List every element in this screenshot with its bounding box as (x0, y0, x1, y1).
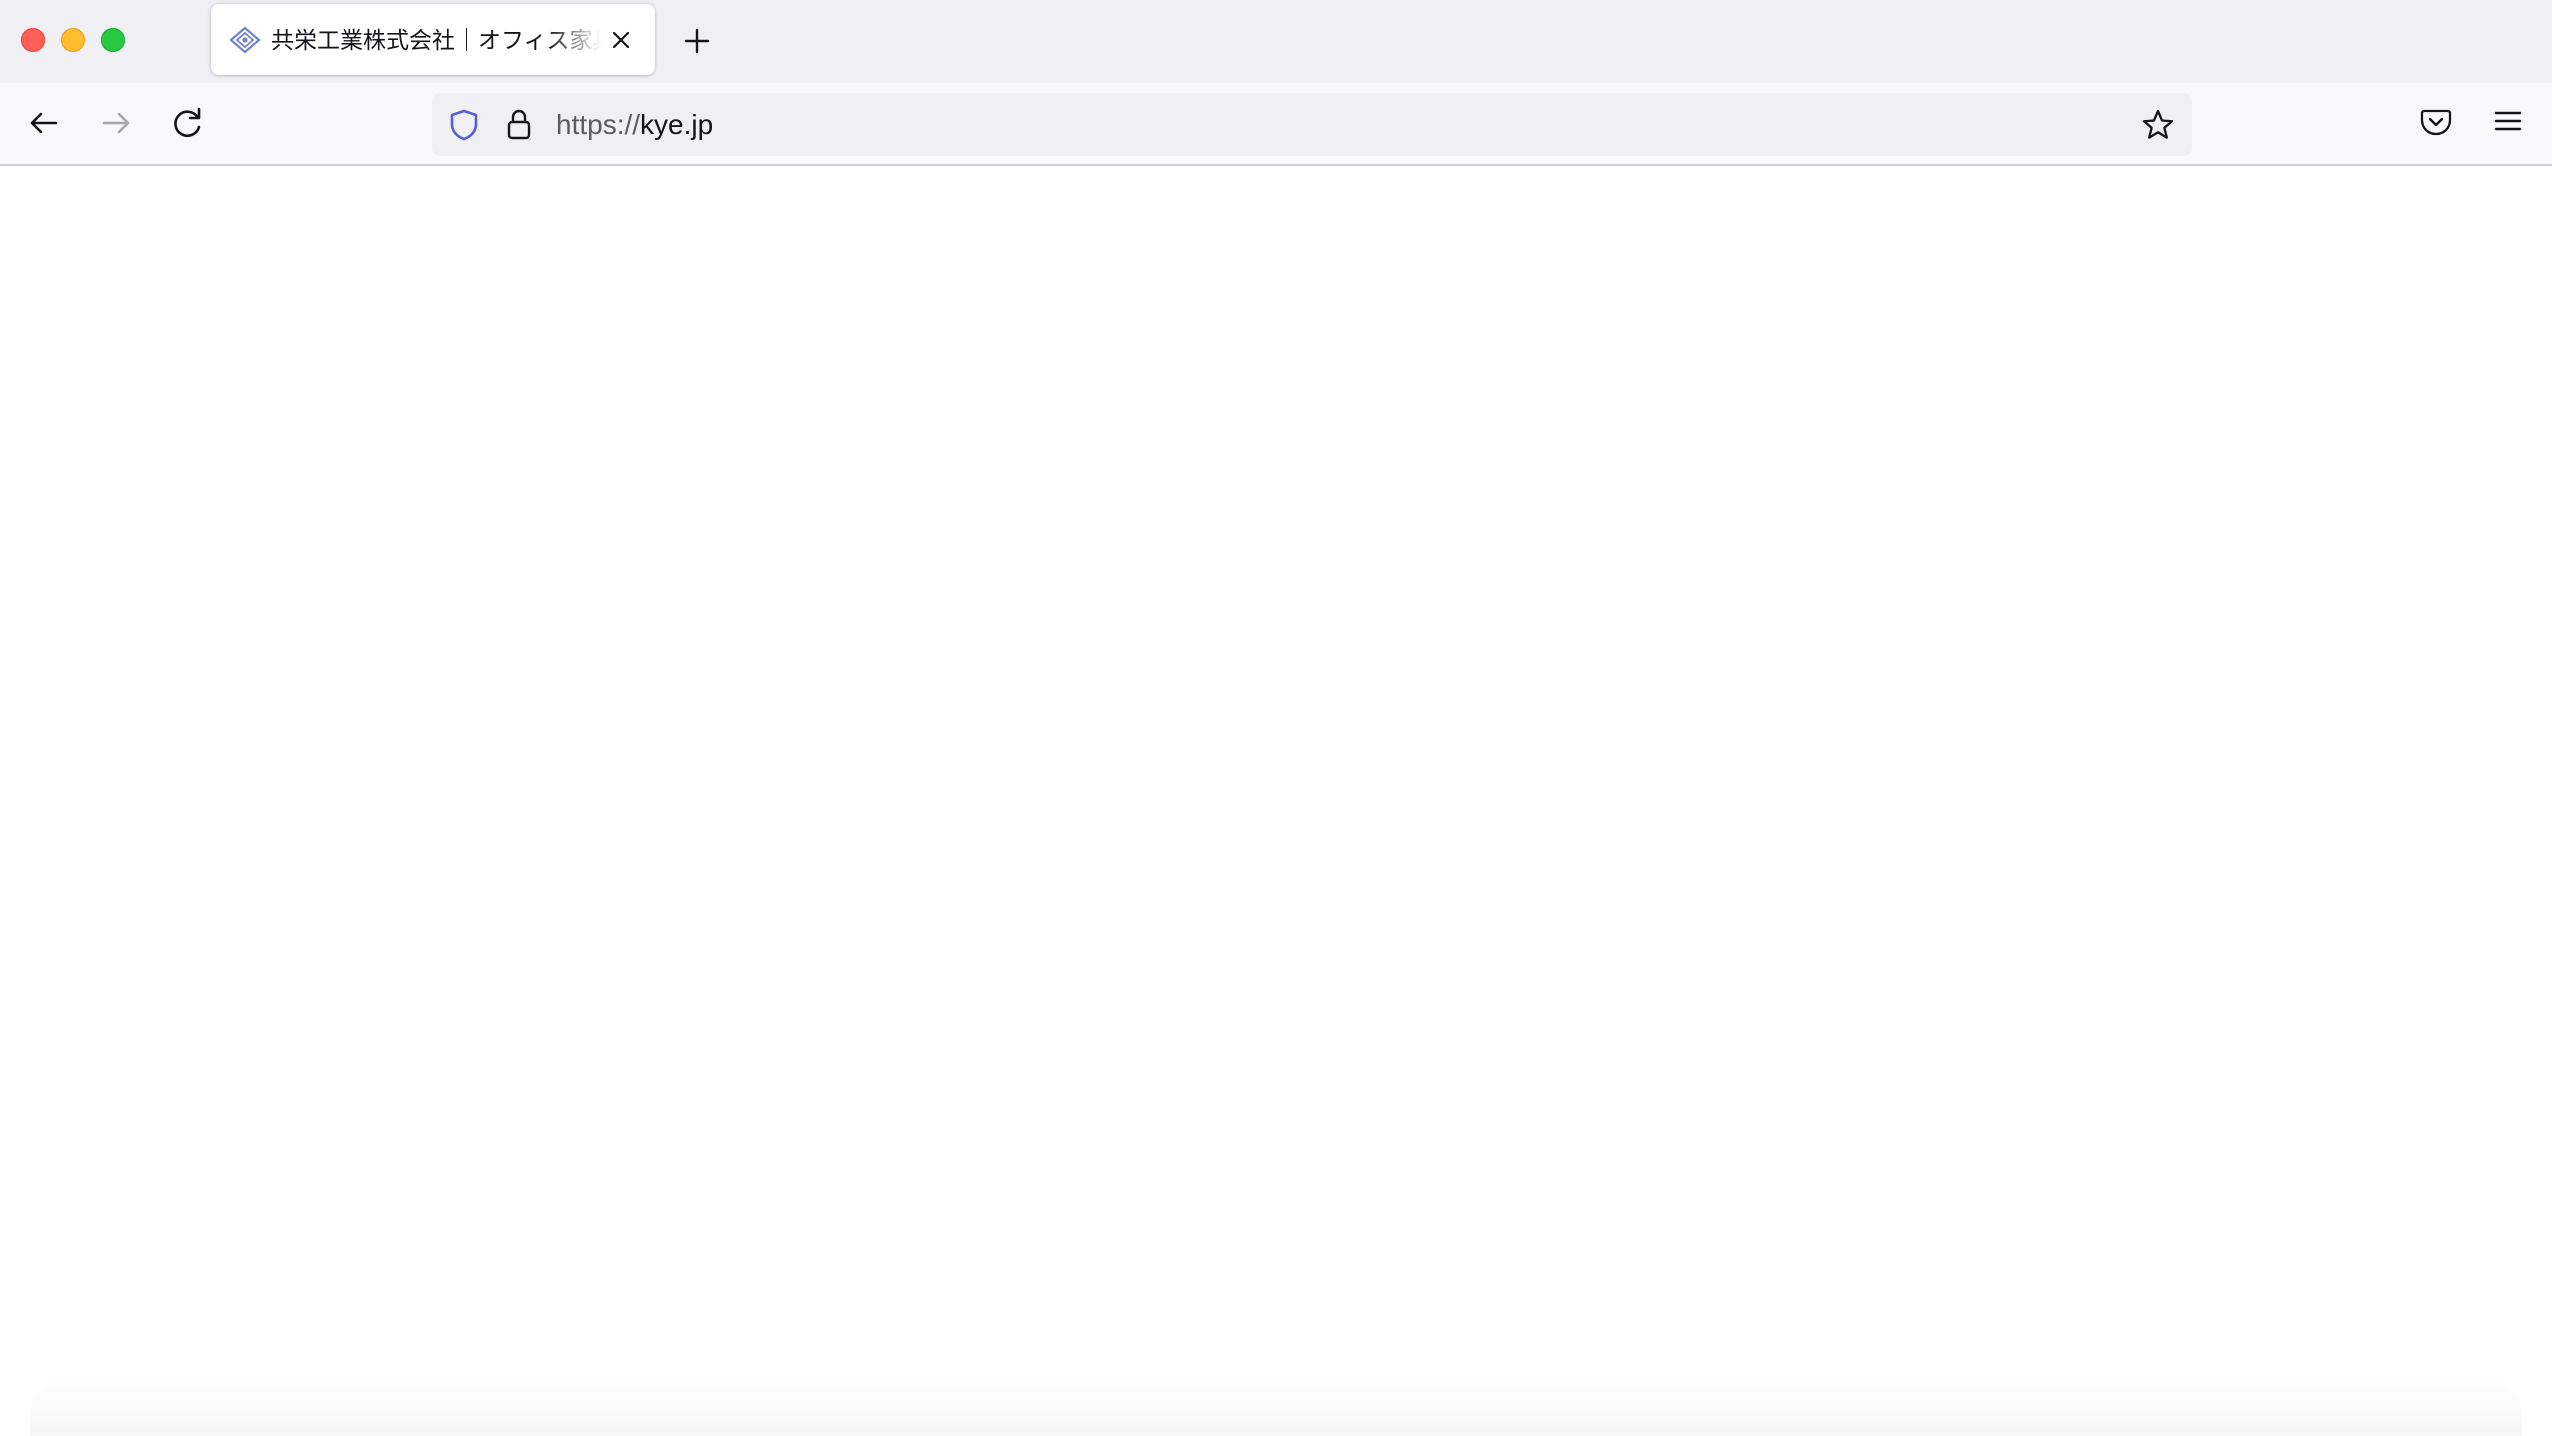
lock-icon[interactable] (504, 107, 534, 141)
star-icon[interactable] (2140, 107, 2176, 143)
window-minimize-button[interactable] (61, 28, 85, 52)
arrow-right-icon[interactable] (94, 101, 138, 145)
url-host: kye.jp (640, 109, 714, 140)
pocket-icon[interactable] (2418, 103, 2454, 139)
kyoei-diamond-logo-icon (229, 26, 261, 54)
reload-icon[interactable] (166, 101, 210, 145)
url-text[interactable]: https://kye.jp (556, 105, 713, 145)
plus-icon[interactable] (678, 22, 716, 60)
window-close-button[interactable] (21, 28, 45, 52)
tab-strip: 共栄工業株式会社｜オフィス家具 (0, 0, 2552, 83)
shield-icon[interactable] (448, 108, 480, 142)
tab-active[interactable]: 共栄工業株式会社｜オフィス家具 (211, 4, 655, 75)
navigation-toolbar: https://kye.jp (0, 83, 2552, 166)
url-bar[interactable]: https://kye.jp (432, 93, 2192, 156)
url-scheme: https:// (556, 109, 641, 140)
arrow-left-icon[interactable] (22, 101, 66, 145)
browser-window: 共栄工業株式会社｜オフィス家具 https://kye.jp (0, 0, 2552, 1436)
close-icon[interactable] (607, 26, 635, 54)
page-content (0, 166, 2552, 1436)
tab-title: 共栄工業株式会社｜オフィス家具 (271, 28, 601, 54)
window-maximize-button[interactable] (101, 28, 125, 52)
bottom-edge-shadow (30, 1376, 2522, 1436)
hamburger-menu-icon[interactable] (2490, 103, 2526, 139)
